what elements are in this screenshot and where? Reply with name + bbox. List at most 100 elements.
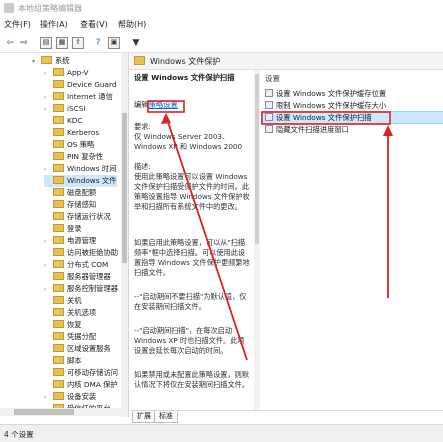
properties-icon[interactable]: ▣ [108, 37, 120, 49]
setting-row[interactable]: 限制 Windows 文件保护缓存大小 [262, 100, 443, 111]
folder-icon [53, 128, 64, 136]
tree-item[interactable]: 关机选项 [44, 307, 96, 319]
setting-row[interactable]: 设置 Windows 文件保护缓存位置 [262, 88, 443, 99]
tree-item[interactable]: Device Guard [44, 79, 117, 91]
description-scroll-thumb[interactable] [255, 74, 259, 244]
policy-setting-icon [265, 125, 273, 133]
view-tabs: 扩展 标准 [130, 410, 443, 423]
folder-icon [53, 212, 64, 220]
folder-icon [41, 56, 52, 64]
tree-vertical-scrollbar[interactable] [121, 53, 128, 417]
tree-item[interactable]: 恢复 [44, 319, 82, 331]
description-enabled-text: 如果启用此策略设置，可以从"扫描频率"框中选择扫描。可以使用此设置指导 Wind… [134, 238, 250, 277]
tree-item[interactable]: 脚本 [44, 355, 82, 367]
edit-policy-line: 编辑策略设置 [134, 100, 178, 109]
tree-hscroll-thumb[interactable] [14, 409, 74, 415]
tree-item[interactable]: 存储运行状况 [44, 211, 111, 223]
tree-item[interactable]: 磁盘配额 [44, 187, 96, 199]
folder-icon [53, 200, 64, 208]
tree-item-label: 登录 [67, 224, 82, 233]
tree-item[interactable]: PIN 复杂性 [44, 151, 103, 163]
tree-scroll-thumb[interactable] [122, 113, 127, 263]
description-title: 设置 Windows 文件保护扫描 [134, 73, 235, 82]
tree-item-label: 凭据分配 [67, 332, 97, 341]
menu-file[interactable]: 文件(F) [4, 19, 31, 30]
status-bar: 4 个设置 [0, 424, 443, 442]
policy-setting-icon [265, 113, 273, 121]
title-bar: 本地组策略编辑器 [0, 0, 443, 16]
tree-expand-icon[interactable]: ▾ [32, 56, 41, 68]
tree-item[interactable]: KDC [44, 115, 83, 127]
tree-item-label: 访问被拒绝协助 [67, 248, 119, 257]
show-hide-icon[interactable]: ▦ [56, 37, 68, 49]
folder-icon [53, 320, 64, 328]
folder-icon [53, 380, 64, 388]
forward-arrow-icon[interactable]: ⇨ [18, 37, 30, 49]
tree-horizontal-scrollbar[interactable] [0, 408, 121, 416]
tree-item-label: 存储运行状况 [67, 212, 111, 221]
folder-icon [53, 344, 64, 352]
tree-item[interactable]: 访问被拒绝协助 [44, 247, 118, 259]
folder-icon [53, 80, 64, 88]
menu-view[interactable]: 查看(V) [80, 19, 108, 30]
tree-item[interactable]: › Internet 通信 [44, 91, 113, 103]
folder-icon [53, 140, 64, 148]
tree-item[interactable]: › Windows 时间 [44, 163, 117, 175]
tree-item[interactable]: 区域设置服务 [44, 343, 111, 355]
tree-item[interactable]: 内核 DMA 保护 [44, 379, 118, 391]
tree-item[interactable]: 服务器管理器 [44, 271, 111, 283]
console-tree: ▾ 系统 › App-V Device Guard › Internet 通信 › iSCSI K… [0, 53, 129, 417]
tab-extended[interactable]: 扩展 [132, 411, 156, 423]
tree-item-label: 区域设置服务 [67, 344, 111, 353]
tree-item[interactable]: › 服务控制管理器 [44, 283, 118, 295]
description-scrollbar[interactable] [254, 70, 260, 410]
toolbar: ⇦ ⇨ ▤ ▦ ⇪ ? ▣ ▼ [0, 34, 443, 53]
tree-item[interactable]: 凭据分配 [44, 331, 96, 343]
tree-item-label: 关机选项 [67, 308, 97, 317]
tree-item[interactable]: › App-V [44, 67, 88, 79]
menu-action[interactable]: 操作(A) [40, 19, 68, 30]
edit-policy-link[interactable]: 策略设置 [149, 100, 178, 109]
status-text: 4 个设置 [4, 430, 34, 439]
policy-setting-icon [265, 101, 273, 109]
export-list-icon[interactable]: ⇪ [72, 37, 84, 49]
tree-item[interactable]: OS 策略 [44, 139, 94, 151]
folder-icon [53, 68, 64, 76]
tree-item[interactable]: 关机 [44, 295, 82, 307]
folder-icon [53, 356, 64, 364]
tree-item-label: iSCSI [67, 104, 86, 113]
folder-icon [53, 308, 64, 316]
tree-item[interactable]: ▾ 系统 [32, 55, 70, 67]
tree-item[interactable]: 可移动存储访问 [44, 367, 118, 379]
menu-help[interactable]: 帮助(H) [118, 19, 146, 30]
tree-item[interactable]: › 分布式 COM [44, 259, 108, 271]
folder-icon [53, 176, 64, 184]
details-title: Windows 文件保护 [150, 57, 221, 66]
folder-icon [53, 224, 64, 232]
tree-item[interactable]: › 设备安装 [44, 391, 96, 403]
setting-row[interactable]: 隐藏文件扫描进度窗口 [262, 124, 443, 135]
tree-item[interactable]: 登录 [44, 223, 82, 235]
back-arrow-icon[interactable]: ⇦ [4, 37, 16, 49]
description-text: 描述: 使用此策略设置可以设置 Windows 文件保护扫描受保护文件的时间。此… [134, 162, 250, 211]
setting-row[interactable]: 设置 Windows 文件保护扫描 [261, 111, 443, 124]
tree-item[interactable]: › 电源管理 [44, 235, 96, 247]
tree-item-label: PIN 复杂性 [67, 152, 104, 161]
tree-item[interactable]: 存储感知 [44, 199, 96, 211]
tab-standard[interactable]: 标准 [154, 411, 178, 423]
settings-column-header[interactable]: 设置 [265, 73, 280, 84]
folder-icon [53, 284, 64, 292]
tree-item-label: Kerberos [67, 128, 100, 137]
folder-icon [53, 332, 64, 340]
console-tree-icon[interactable]: ▤ [40, 37, 52, 49]
folder-icon [53, 368, 64, 376]
help-icon[interactable]: ? [92, 37, 104, 49]
tree-item[interactable]: › iSCSI [44, 103, 86, 115]
tree-item[interactable]: Windows 文件 [44, 175, 117, 187]
filter-icon[interactable]: ▼ [130, 37, 142, 49]
tree-item[interactable]: Kerberos [44, 127, 99, 139]
policy-setting-icon [265, 89, 273, 97]
tree-item-label: 设备安装 [67, 392, 97, 401]
tree-item-label: 分布式 COM [67, 260, 109, 269]
tree-item-label: Windows 文件 [67, 176, 117, 185]
